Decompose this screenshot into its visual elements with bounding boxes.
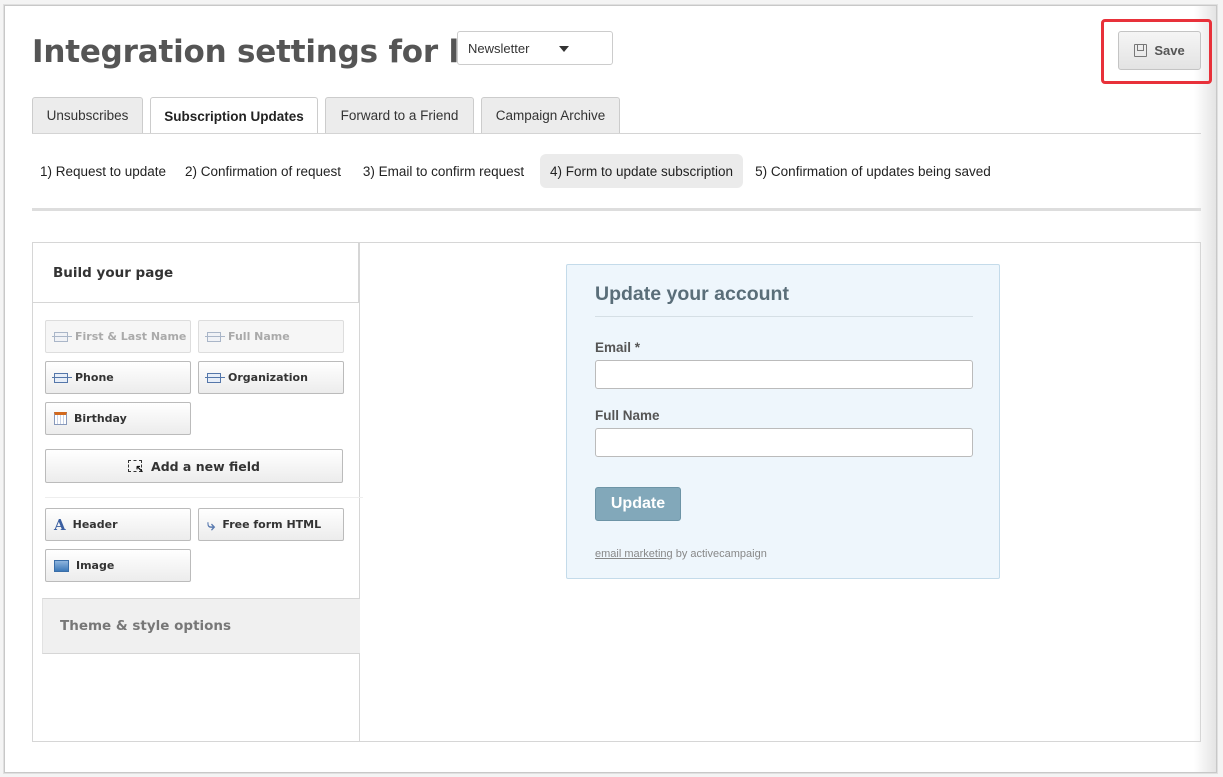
field-label: Birthday <box>74 412 127 425</box>
full-name-label: Full Name <box>595 408 660 423</box>
app-window: Integration settings for list Newsletter… <box>4 5 1217 773</box>
step-label: 5) Confirmation of updates being saved <box>755 163 991 179</box>
tab-subscription-updates[interactable]: Subscription Updates <box>150 97 318 134</box>
add-field-icon <box>128 460 144 476</box>
tab-forward-to-a-friend[interactable]: Forward to a Friend <box>325 97 474 133</box>
field-label: Full Name <box>228 330 290 343</box>
tab-label: Forward to a Friend <box>340 108 459 123</box>
field-phone[interactable]: Phone <box>45 361 191 394</box>
step-confirmation-of-request[interactable]: 2) Confirmation of request <box>177 154 349 188</box>
step-request-to-update[interactable]: 1) Request to update <box>32 154 174 188</box>
save-button[interactable]: Save <box>1118 31 1201 70</box>
form-footer: email marketing by activecampaign <box>595 548 767 560</box>
tab-label: Subscription Updates <box>164 108 304 124</box>
form-preview: Update your account Email * Full Name Up… <box>566 264 1000 579</box>
save-icon <box>1134 44 1148 57</box>
footer-text: by activecampaign <box>675 548 767 560</box>
element-label: Image <box>76 559 115 572</box>
step-label: 2) Confirmation of request <box>184 163 342 179</box>
step-confirmation-of-updates[interactable]: 5) Confirmation of updates being saved <box>746 154 1000 188</box>
field-full-name: Full Name <box>198 320 344 353</box>
tab-unsubscribes[interactable]: Unsubscribes <box>32 97 143 133</box>
header-icon: A <box>54 515 66 534</box>
field-icon <box>52 331 72 342</box>
list-select[interactable]: Newsletter <box>457 31 613 65</box>
email-marketing-link[interactable]: email marketing <box>595 548 673 560</box>
step-label: 3) Email to confirm request <box>362 163 525 179</box>
form-title: Update your account <box>595 283 789 305</box>
field-icon <box>205 331 225 342</box>
list-select-value: Newsletter <box>468 41 530 56</box>
tab-label: Unsubscribes <box>46 108 129 123</box>
theme-style-options[interactable]: Theme & style options <box>42 598 360 654</box>
steps-divider <box>32 208 1201 211</box>
tab-label: Campaign Archive <box>495 108 606 123</box>
add-new-field-button[interactable]: Add a new field <box>45 449 343 483</box>
field-label: First & Last Name <box>75 330 187 343</box>
element-header[interactable]: A Header <box>45 508 191 541</box>
section-divider <box>45 497 363 498</box>
chevron-down-icon <box>559 46 569 52</box>
full-name-field[interactable] <box>595 428 973 457</box>
tab-campaign-archive[interactable]: Campaign Archive <box>481 97 620 133</box>
element-label: Header <box>72 518 118 531</box>
field-first-last-name: First & Last Name <box>45 320 191 353</box>
email-field[interactable] <box>595 360 973 389</box>
update-button[interactable]: Update <box>595 487 681 521</box>
sidebar-border <box>359 243 360 741</box>
page-title: Integration settings for list <box>32 34 503 70</box>
tabs-divider <box>32 133 1201 134</box>
image-icon <box>54 559 69 572</box>
element-free-form-html[interactable]: ⤷ Free form HTML <box>198 508 344 541</box>
calendar-icon <box>54 412 67 425</box>
save-label: Save <box>1154 43 1185 58</box>
form-title-divider <box>595 316 973 317</box>
step-form-to-update[interactable]: 4) Form to update subscription <box>540 154 743 188</box>
element-label: Free form HTML <box>222 518 322 531</box>
field-icon <box>52 372 72 383</box>
step-label: 1) Request to update <box>39 163 167 179</box>
step-label: 4) Form to update subscription <box>549 163 734 179</box>
page-builder: Build your page First & Last Name Full N… <box>32 242 1201 742</box>
step-email-to-confirm[interactable]: 3) Email to confirm request <box>354 154 533 188</box>
add-field-label: Add a new field <box>151 458 260 474</box>
field-label: Organization <box>228 371 308 384</box>
build-your-page-heading: Build your page <box>33 243 359 303</box>
field-organization[interactable]: Organization <box>198 361 344 394</box>
email-label: Email * <box>595 340 641 355</box>
field-birthday[interactable]: Birthday <box>45 402 191 435</box>
element-image[interactable]: Image <box>45 549 191 582</box>
field-label: Phone <box>75 371 114 384</box>
html-icon: ⤷ <box>207 515 216 534</box>
field-icon <box>205 372 225 383</box>
